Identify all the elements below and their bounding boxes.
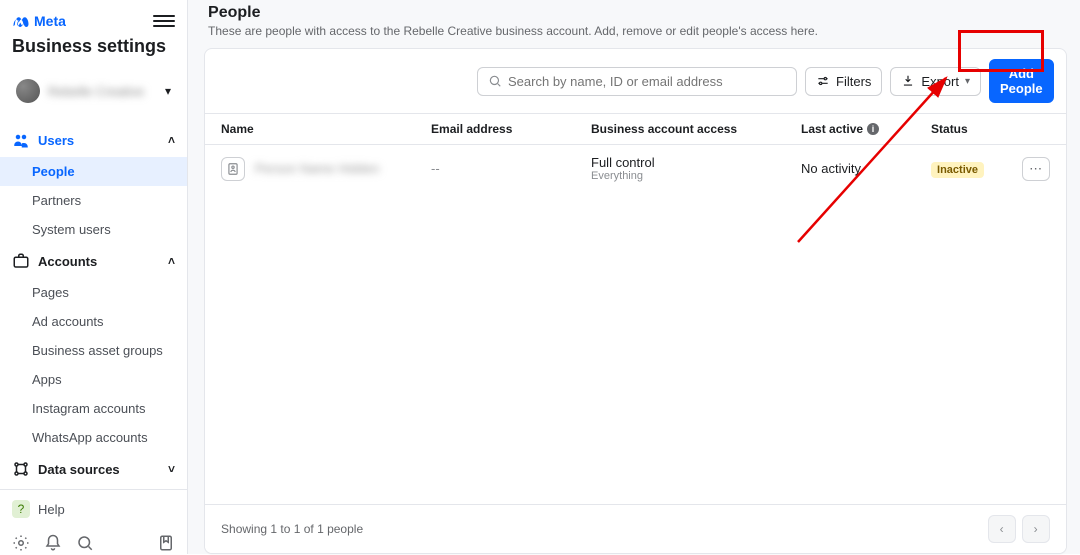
showing-summary: Showing 1 to 1 of 1 people (221, 522, 363, 536)
brand-name: Meta (34, 13, 66, 29)
info-icon[interactable]: i (867, 123, 879, 135)
caret-down-icon: ▾ (965, 76, 970, 87)
download-icon (901, 74, 915, 88)
bell-icon[interactable] (44, 534, 62, 552)
column-access[interactable]: Business account access (591, 122, 801, 136)
main-description: These are people with access to the Rebe… (208, 24, 1063, 38)
table-header: Name Email address Business account acce… (205, 113, 1066, 145)
column-last-active[interactable]: Last active i (801, 122, 931, 136)
status-badge: Inactive (931, 162, 984, 178)
sidebar-item-whatsapp-accounts[interactable]: WhatsApp accounts (0, 423, 187, 452)
briefcase-icon (12, 252, 30, 270)
sliders-icon (816, 74, 830, 88)
sidebar-nav: Users ˄ People Partners System users Acc… (0, 117, 187, 489)
column-email[interactable]: Email address (431, 122, 591, 136)
filters-label: Filters (836, 74, 871, 89)
search-icon (488, 74, 502, 88)
sidebar-item-pages[interactable]: Pages (0, 278, 187, 307)
chevron-up-icon: ˄ (168, 254, 175, 268)
pager: ‹ › (988, 515, 1050, 543)
help-icon: ? (12, 500, 30, 518)
help-link[interactable]: ? Help (0, 490, 187, 528)
toolbar: Filters Export ▾ Add People (205, 49, 1066, 113)
meta-logo[interactable]: Meta (12, 12, 66, 30)
sidebar-section-label: Users (38, 133, 74, 148)
gear-icon[interactable] (12, 534, 30, 552)
search-input[interactable] (508, 74, 786, 89)
avatar (16, 79, 40, 103)
sidebar-item-business-asset-groups[interactable]: Business asset groups (0, 336, 187, 365)
sidebar-item-partners[interactable]: Partners (0, 186, 187, 215)
pager-prev[interactable]: ‹ (988, 515, 1016, 543)
person-email: -- (431, 161, 591, 176)
search-icon[interactable] (76, 534, 94, 552)
chevron-up-icon: ˄ (168, 133, 175, 147)
export-button[interactable]: Export ▾ (890, 67, 981, 96)
table-row[interactable]: Person Name Hidden -- Full control Every… (205, 145, 1066, 192)
pager-next[interactable]: › (1022, 515, 1050, 543)
sidebar-item-ad-accounts[interactable]: Ad accounts (0, 307, 187, 336)
person-icon (221, 157, 245, 181)
sidebar-section-users[interactable]: Users ˄ (0, 123, 187, 157)
last-active: No activity (801, 161, 931, 176)
main-title: People (208, 4, 1063, 22)
export-label: Export (921, 74, 959, 89)
sidebar-item-instagram-accounts[interactable]: Instagram accounts (0, 394, 187, 423)
account-name: Rebelle Creative (48, 84, 144, 99)
sidebar: Meta Business settings Rebelle Creative … (0, 0, 188, 554)
chevron-down-icon: ˅ (168, 462, 175, 476)
add-people-label: Add People (1000, 66, 1043, 96)
sidebar-section-accounts[interactable]: Accounts ˄ (0, 244, 187, 278)
people-icon (12, 131, 30, 149)
hamburger-menu-icon[interactable] (153, 10, 175, 32)
access-scope: Everything (591, 170, 801, 182)
access-level: Full control (591, 155, 801, 170)
people-panel: Filters Export ▾ Add People Name Email a… (204, 48, 1067, 554)
person-name: Person Name Hidden (255, 161, 379, 176)
meta-icon (12, 12, 30, 30)
account-switcher[interactable]: Rebelle Creative ▾ (8, 73, 179, 109)
data-icon (12, 460, 30, 478)
sidebar-item-apps[interactable]: Apps (0, 365, 187, 394)
help-label: Help (38, 502, 65, 517)
main-content: People These are people with access to t… (188, 0, 1080, 554)
table-body: Person Name Hidden -- Full control Every… (205, 145, 1066, 504)
sidebar-section-data-sources[interactable]: Data sources ˅ (0, 452, 187, 486)
sidebar-item-system-users[interactable]: System users (0, 215, 187, 244)
column-status[interactable]: Status (931, 122, 1011, 136)
sidebar-section-label: Accounts (38, 254, 97, 269)
page-title: Business settings (12, 36, 175, 57)
column-name[interactable]: Name (221, 122, 431, 136)
chevron-down-icon: ▾ (165, 84, 171, 98)
row-actions-menu[interactable]: ⋯ (1022, 157, 1050, 181)
panel-footer: Showing 1 to 1 of 1 people ‹ › (205, 504, 1066, 553)
sidebar-section-label: Data sources (38, 462, 120, 477)
sidebar-item-people[interactable]: People (0, 157, 187, 186)
add-people-button[interactable]: Add People (989, 59, 1054, 103)
bookmark-icon[interactable] (157, 534, 175, 552)
filters-button[interactable]: Filters (805, 67, 882, 96)
search-input-wrapper[interactable] (477, 67, 797, 96)
